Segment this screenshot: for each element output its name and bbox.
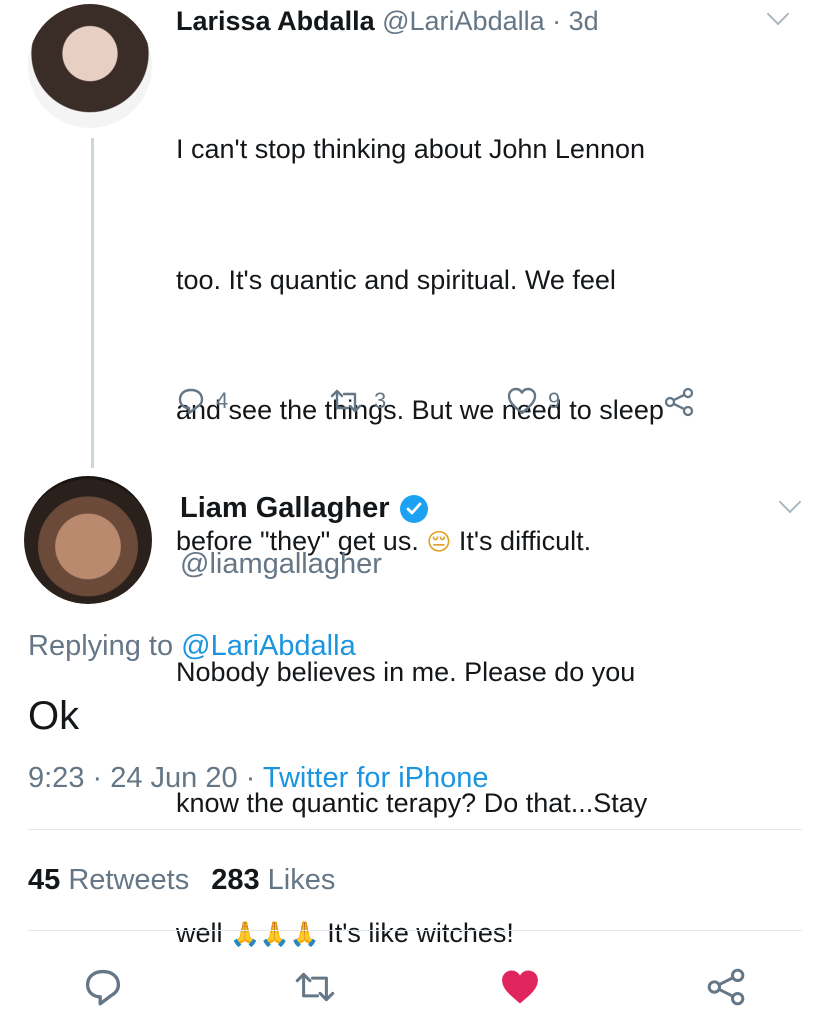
reply-author-name: Liam Gallagher bbox=[180, 492, 390, 524]
author-name[interactable]: Larissa Abdalla bbox=[176, 6, 375, 36]
divider bbox=[28, 930, 802, 931]
retweet-button[interactable]: 3 bbox=[328, 386, 386, 416]
like-count: 9 bbox=[548, 388, 561, 413]
retweets-count: 45 bbox=[28, 864, 61, 896]
share-button[interactable] bbox=[662, 386, 696, 418]
reply-icon bbox=[178, 388, 204, 415]
likes-label: Likes bbox=[267, 864, 336, 896]
retweets-stat[interactable]: 45 Retweets bbox=[28, 864, 189, 896]
retweet-icon bbox=[330, 389, 362, 413]
reply-button[interactable]: 4 bbox=[176, 386, 228, 416]
reply-icon bbox=[85, 969, 121, 1006]
avatar-liam[interactable] bbox=[24, 476, 152, 604]
divider bbox=[28, 829, 802, 830]
verified-badge-icon bbox=[399, 494, 428, 523]
retweet-count: 3 bbox=[374, 388, 387, 413]
tweet-actions: 4 3 9 bbox=[176, 384, 736, 424]
reply-count: 4 bbox=[216, 388, 229, 413]
tweet-line: too. It's quantic and spiritual. We feel bbox=[176, 264, 616, 295]
likes-stat[interactable]: 283 Likes bbox=[211, 864, 335, 896]
reply-button[interactable] bbox=[82, 966, 124, 1008]
tweet-line: well 🙏🙏🙏 It's like witches! bbox=[176, 912, 806, 957]
replying-handle-link[interactable]: @LariAbdalla bbox=[181, 630, 356, 662]
tweet-time[interactable]: 3d bbox=[569, 6, 599, 36]
tweet-line: I can't stop thinking about John Lennon bbox=[176, 134, 646, 164]
engagement-stats: 45 Retweets 283 Likes bbox=[28, 864, 335, 897]
share-button[interactable] bbox=[704, 966, 748, 1008]
likes-count: 283 bbox=[211, 864, 260, 896]
separator: · bbox=[552, 6, 562, 36]
relieved-face-emoji: 😔 bbox=[426, 527, 452, 556]
replying-prefix: Replying to bbox=[28, 630, 174, 662]
reply-text: Ok bbox=[28, 694, 80, 738]
folded-hands-emoji: 🙏🙏🙏 bbox=[230, 920, 320, 948]
replying-to: Replying to @LariAbdalla bbox=[28, 630, 356, 663]
like-button[interactable]: 9 bbox=[506, 386, 560, 416]
share-icon bbox=[707, 968, 745, 1006]
retweet-button[interactable] bbox=[292, 968, 338, 1006]
source-link[interactable]: Twitter for iPhone bbox=[263, 762, 489, 794]
heart-icon bbox=[507, 387, 537, 415]
reply-author[interactable]: Liam Gallagher bbox=[180, 492, 428, 525]
timestamp[interactable]: 9:23 · 24 Jun 20 · bbox=[28, 762, 255, 794]
reply-actions bbox=[0, 962, 828, 1012]
like-button-active[interactable] bbox=[498, 966, 542, 1008]
tweet-meta: 9:23 · 24 Jun 20 · Twitter for iPhone bbox=[28, 762, 489, 795]
retweets-label: Retweets bbox=[68, 864, 190, 896]
heart-filled-icon bbox=[502, 970, 538, 1004]
retweet-icon bbox=[295, 972, 335, 1002]
thread-connector-line bbox=[91, 138, 94, 468]
avatar-larissa[interactable] bbox=[28, 4, 152, 128]
tweet-header: Larissa Abdalla @LariAbdalla · 3d bbox=[176, 4, 816, 38]
reply-author-handle[interactable]: @liamgallagher bbox=[180, 548, 382, 581]
author-handle[interactable]: @LariAbdalla bbox=[382, 6, 545, 36]
share-icon bbox=[664, 387, 694, 417]
